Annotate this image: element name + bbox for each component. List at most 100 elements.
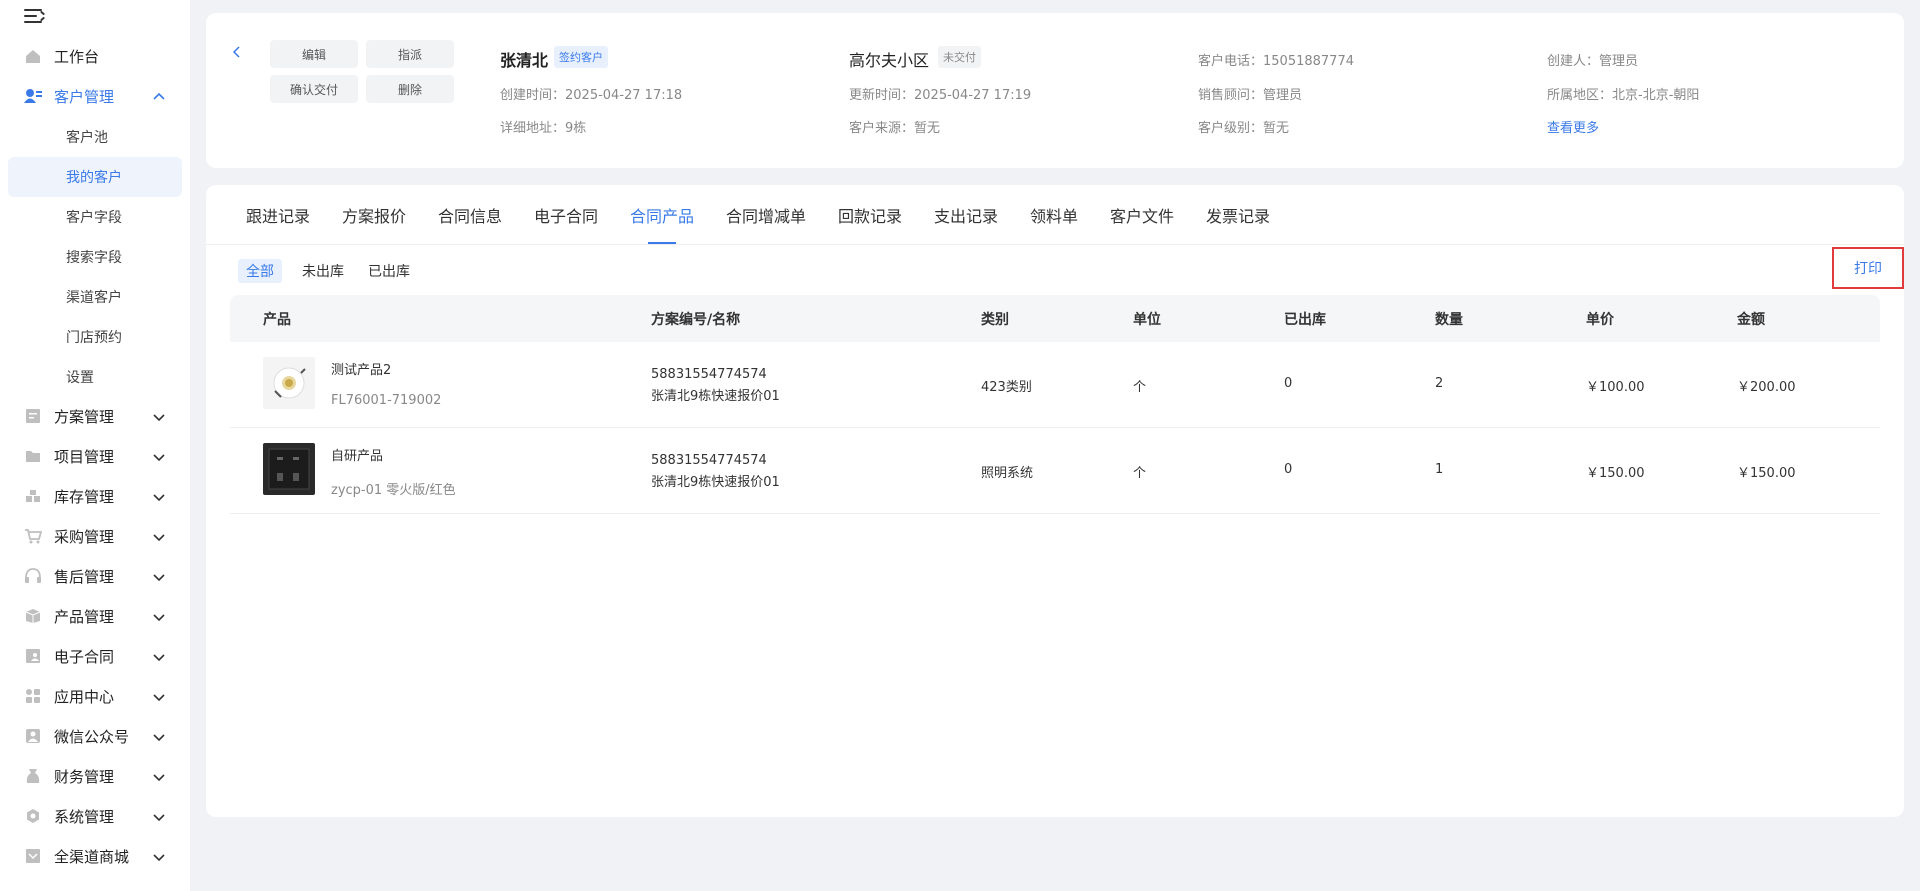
sidebar-subitem-my-customers[interactable]: 我的客户 — [8, 157, 182, 197]
wechat-icon — [24, 727, 42, 745]
menu-toggle-icon[interactable] — [24, 8, 46, 26]
tab-contract-changes[interactable]: 合同增减单 — [726, 203, 806, 227]
mall-icon — [24, 847, 42, 865]
sidebar-subitem-label: 我的客户 — [66, 170, 122, 186]
customer-info-card: 编辑 指派 确认交付 删除 张清北 签约客户 创建时间：2025-04-27 1… — [206, 13, 1904, 168]
sidebar-item-label: 系统管理 — [54, 807, 115, 826]
product-code: FL76001-719002 — [331, 393, 442, 408]
assign-button[interactable]: 指派 — [366, 40, 454, 68]
sidebar-item-label: 电子合同 — [54, 647, 115, 666]
sidebar-item-label: 产品管理 — [54, 607, 115, 626]
col-unit: 单位 — [1133, 312, 1161, 328]
sidebar-item-wechat-official[interactable]: 微信公众号 — [0, 719, 190, 753]
community-name: 高尔夫小区 — [849, 51, 930, 70]
col-amount: 金额 — [1737, 312, 1765, 328]
view-more-link[interactable]: 查看更多 — [1547, 117, 1599, 136]
tab-contract-info[interactable]: 合同信息 — [438, 203, 502, 227]
customer-status-badge: 签约客户 — [554, 46, 608, 68]
tab-follow-up[interactable]: 跟进记录 — [246, 203, 310, 227]
sidebar-subitem-label: 门店预约 — [66, 330, 122, 346]
product-name: 测试产品2 — [331, 363, 392, 378]
category: 423类别 — [981, 380, 1032, 395]
delete-button[interactable]: 删除 — [366, 75, 454, 103]
plan-name: 张清北9栋快速报价01 — [651, 389, 780, 404]
edit-button[interactable]: 编辑 — [270, 40, 358, 68]
sidebar-item-label: 采购管理 — [54, 527, 115, 546]
sidebar-subitem-channel-customers[interactable]: 渠道客户 — [8, 277, 182, 317]
sidebar-item-finance-management[interactable]: 财务管理 — [0, 759, 190, 793]
sidebar-item-e-contract[interactable]: 电子合同 — [0, 639, 190, 673]
sidebar-subitem-store-appointment[interactable]: 门店预约 — [8, 317, 182, 357]
sidebar-item-inventory-management[interactable]: 库存管理 — [0, 479, 190, 513]
customer-name: 张清北 — [500, 51, 549, 70]
sidebar-item-after-sales-management[interactable]: 售后管理 — [0, 559, 190, 593]
box-icon — [24, 607, 42, 625]
filter-not-shipped[interactable]: 未出库 — [294, 259, 352, 283]
tab-invoice-records[interactable]: 发票记录 — [1206, 203, 1270, 227]
col-product: 产品 — [263, 312, 291, 328]
print-button[interactable]: 打印 — [1832, 247, 1904, 289]
tab-material-requisition[interactable]: 领料单 — [1030, 203, 1078, 227]
unit-price: ￥100.00 — [1586, 380, 1645, 395]
updated-time: 更新时间：2025-04-27 17:19 — [849, 88, 1032, 103]
chevron-down-icon — [152, 609, 166, 623]
product-thumbnail — [263, 443, 315, 495]
sidebar-subitem-search-fields[interactable]: 搜索字段 — [8, 237, 182, 277]
tab-plan-quote[interactable]: 方案报价 — [342, 203, 406, 227]
sidebar-item-label: 全渠道商城 — [54, 847, 130, 866]
customer-phone: 客户电话：15051887774 — [1198, 54, 1354, 69]
tab-customer-files[interactable]: 客户文件 — [1110, 203, 1174, 227]
shipped-qty: 0 — [1284, 376, 1293, 391]
home-icon — [24, 47, 42, 65]
sidebar-item-label: 微信公众号 — [54, 727, 130, 746]
col-plan: 方案编号/名称 — [651, 312, 741, 328]
inventory-icon — [24, 487, 42, 505]
sidebar-subitem-customer-fields[interactable]: 客户字段 — [8, 197, 182, 237]
detail-panel: 跟进记录 方案报价 合同信息 电子合同 合同产品 合同增减单 回款记录 支出记录… — [206, 185, 1904, 817]
sidebar-item-label: 方案管理 — [54, 407, 115, 426]
chevron-down-icon — [152, 689, 166, 703]
plan-icon — [24, 407, 42, 425]
tab-payment-records[interactable]: 回款记录 — [838, 203, 902, 227]
sidebar-item-purchase-management[interactable]: 采购管理 — [0, 519, 190, 553]
confirm-delivery-button[interactable]: 确认交付 — [270, 75, 358, 103]
chevron-up-icon — [152, 89, 166, 103]
col-unit-price: 单价 — [1586, 312, 1614, 328]
sidebar-subitem-label: 渠道客户 — [66, 290, 122, 306]
tab-expense-records[interactable]: 支出记录 — [934, 203, 998, 227]
unit-price: ￥150.00 — [1586, 466, 1645, 481]
sidebar-subitem-label: 搜索字段 — [66, 250, 122, 266]
filter-shipped[interactable]: 已出库 — [360, 259, 418, 283]
amount: ￥200.00 — [1737, 380, 1796, 395]
contract-icon — [24, 647, 42, 665]
creator: 创建人：管理员 — [1547, 54, 1639, 69]
sidebar-item-app-center[interactable]: 应用中心 — [0, 679, 190, 713]
category: 照明系统 — [981, 466, 1034, 481]
col-category: 类别 — [981, 312, 1009, 328]
sidebar-item-label: 库存管理 — [54, 487, 115, 506]
sidebar-item-system-management[interactable]: 系统管理 — [0, 799, 190, 833]
settings-icon — [24, 807, 42, 825]
sidebar-item-customer-management[interactable]: 客户管理 — [0, 79, 190, 113]
sidebar-item-label: 工作台 — [54, 47, 100, 66]
filter-all[interactable]: 全部 — [238, 259, 282, 283]
sidebar-subitem-customer-pool[interactable]: 客户池 — [8, 117, 182, 157]
sidebar-item-project-management[interactable]: 项目管理 — [0, 439, 190, 473]
finance-icon — [24, 767, 42, 785]
chevron-down-icon — [152, 649, 166, 663]
tab-contract-products[interactable]: 合同产品 — [630, 203, 694, 227]
sidebar-subitem-settings[interactable]: 设置 — [8, 357, 182, 397]
sidebar-item-product-management[interactable]: 产品管理 — [0, 599, 190, 633]
sidebar: 工作台 客户管理 客户池 我的客户 客户字段 搜索字段 渠道客户 门店预约 设置… — [0, 0, 190, 891]
tab-e-contract[interactable]: 电子合同 — [534, 203, 598, 227]
back-arrow-icon[interactable] — [230, 44, 242, 58]
sidebar-item-omnichannel-mall[interactable]: 全渠道商城 — [0, 839, 190, 873]
quantity: 1 — [1435, 462, 1444, 477]
sidebar-item-workbench[interactable]: 工作台 — [0, 39, 190, 73]
created-time: 创建时间：2025-04-27 17:18 — [500, 88, 683, 103]
sidebar-item-label: 售后管理 — [54, 567, 115, 586]
sidebar-item-label: 财务管理 — [54, 767, 115, 786]
plan-number: 58831554774574 — [651, 453, 767, 468]
sidebar-item-plan-management[interactable]: 方案管理 — [0, 399, 190, 433]
cart-icon — [24, 527, 42, 545]
